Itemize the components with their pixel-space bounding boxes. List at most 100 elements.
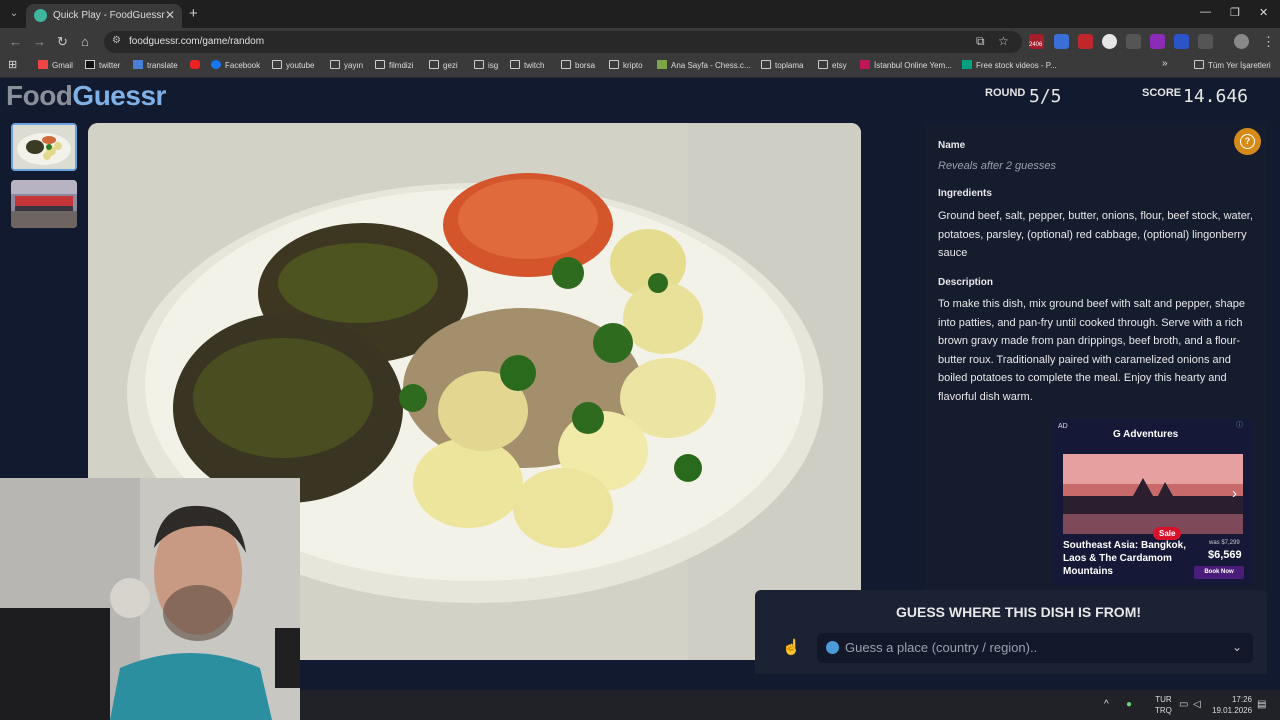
chevron-down-icon[interactable]: ⌄ — [1232, 640, 1242, 654]
bookmarks-overflow-button[interactable]: » — [1162, 58, 1168, 69]
bookmark-translate[interactable]: translate — [133, 60, 178, 70]
url-text: foodguessr.com/game/random — [129, 36, 265, 47]
back-icon[interactable]: ← — [9, 34, 22, 49]
restore-icon[interactable]: ❐ — [1230, 6, 1240, 19]
advertisement[interactable]: AD ⓘ G Adventures › Sale Southeast Asia:… — [1053, 419, 1253, 585]
system-clock[interactable]: 17:26 19.01.2026 — [1212, 694, 1252, 716]
folder-icon — [375, 60, 385, 69]
home-icon[interactable]: ⌂ — [81, 34, 89, 49]
ad-price: $6,569 — [1208, 549, 1242, 561]
tray-chevron-icon[interactable]: ^ — [1104, 699, 1109, 710]
guess-title: GUESS WHERE THIS DISH IS FROM! — [896, 604, 1142, 620]
ad-was-price: was $7,299 — [1209, 540, 1240, 546]
extension-badge-count: 2406 — [1029, 42, 1043, 48]
site-info-icon[interactable]: ⚙ — [112, 35, 121, 46]
network-icon[interactable]: ▭ — [1179, 699, 1188, 710]
name-value: Reveals after 2 guesses — [938, 160, 1057, 172]
bookmark-pexels[interactable]: Free stock videos - P... — [962, 60, 1057, 70]
score-label: SCORE — [1142, 87, 1182, 99]
webcam-overlay — [0, 478, 300, 720]
volume-icon[interactable]: ◁ — [1193, 699, 1201, 710]
folder-icon — [429, 60, 439, 69]
ad-next-arrow-icon[interactable]: › — [1232, 485, 1237, 502]
pexels-icon — [962, 60, 972, 69]
round-value: 5/5 — [1029, 86, 1062, 107]
close-window-icon[interactable]: ✕ — [1259, 6, 1268, 19]
youtube-icon — [190, 60, 200, 69]
tab-search-icon[interactable]: ⌄ — [6, 6, 22, 22]
shield-extension-icon[interactable] — [1102, 34, 1117, 49]
microphone-icon[interactable]: ● — [1126, 699, 1132, 710]
ad-tag: AD — [1058, 423, 1068, 430]
description-text: To make this dish, mix ground beef with … — [938, 298, 1245, 403]
folder-icon — [818, 60, 828, 69]
x-icon — [85, 60, 95, 69]
help-button[interactable]: ? — [1234, 128, 1261, 155]
bookmark-folder-kripto[interactable]: kripto — [609, 60, 643, 70]
abp-extension-icon[interactable] — [1078, 34, 1093, 49]
folder-icon — [510, 60, 520, 69]
bookmark-folder-filmdizi[interactable]: filmdizi — [375, 60, 413, 70]
glasses-extension-icon[interactable] — [1126, 34, 1141, 49]
install-app-icon[interactable]: ⧉ — [976, 34, 985, 49]
tab-close-icon[interactable]: ✕ — [165, 8, 175, 22]
guess-place-select[interactable]: Guess a place (country / region).. ⌄ — [817, 633, 1253, 663]
bookmark-folder-etsy[interactable]: etsy — [818, 60, 847, 70]
voice-extension-icon[interactable] — [1174, 34, 1189, 49]
ad-title: Southeast Asia: Bangkok, Laos & The Card… — [1063, 540, 1186, 577]
bookmark-star-icon[interactable]: ☆ — [998, 34, 1009, 48]
bookmark-folder-gezi[interactable]: gezi — [429, 60, 458, 70]
folder-icon — [474, 60, 484, 69]
dish-thumbnail-2[interactable] — [11, 180, 77, 228]
description-label: Description — [938, 277, 994, 288]
folder-icon — [609, 60, 619, 69]
question-icon: ? — [1240, 134, 1255, 149]
ad-book-now-button[interactable]: Book Now — [1194, 566, 1244, 579]
folder-icon — [761, 60, 771, 69]
folder-icon — [561, 60, 571, 69]
extensions-puzzle-icon[interactable] — [1198, 34, 1213, 49]
active-tab[interactable]: Quick Play - FoodGuessr | Food ✕ — [26, 4, 182, 28]
tab-title: Quick Play - FoodGuessr | Food — [53, 10, 165, 21]
windows-taskbar: ^ ● TUR TRQ ▭ ◁ 17:26 19.01.2026 ▤ — [300, 690, 1280, 720]
bookmark-folder-isg[interactable]: isg — [474, 60, 498, 70]
bookmark-folder-twitch[interactable]: twitch — [510, 60, 544, 70]
language-indicator[interactable]: TUR TRQ — [1155, 694, 1172, 716]
foodguessr-logo[interactable]: FoodGuessr — [6, 80, 166, 112]
minimize-icon[interactable]: — — [1200, 6, 1211, 18]
translate-icon — [133, 60, 143, 69]
bookmark-twitter[interactable]: twitter — [85, 60, 120, 70]
guess-placeholder: Guess a place (country / region).. — [845, 640, 1038, 655]
bookmark-folder-yayin[interactable]: yayın — [330, 60, 363, 70]
bookmark-youtube-red[interactable] — [190, 60, 204, 70]
bookmark-yemeksepeti[interactable]: İstanbul Online Yem... — [860, 60, 952, 70]
guess-panel: ☝ GUESS WHERE THIS DISH IS FROM! Guess a… — [755, 590, 1267, 674]
forward-icon[interactable]: → — [33, 34, 46, 49]
bookmark-chess[interactable]: Ana Sayfa - Chess.c... — [657, 60, 751, 70]
profile-avatar-icon[interactable] — [1234, 34, 1249, 49]
apps-grid-icon[interactable]: ⊞ — [8, 58, 17, 71]
ingredients-label: Ingredients — [938, 188, 992, 199]
bookmark-gmail[interactable]: Gmail — [38, 60, 73, 70]
translate-extension-icon[interactable] — [1054, 34, 1069, 49]
bookmark-folder-youtube[interactable]: youtube — [272, 60, 314, 70]
dish-thumbnail-1[interactable] — [11, 123, 77, 171]
bookmark-folder-borsa[interactable]: borsa — [561, 60, 595, 70]
ingredients-text: Ground beef, salt, pepper, butter, onion… — [938, 210, 1253, 260]
bookmark-facebook[interactable]: Facebook — [211, 60, 260, 70]
bookmarks-bar: ⊞ Gmail twitter translate Facebook youtu… — [0, 56, 1280, 78]
folder-icon — [272, 60, 282, 69]
all-bookmarks[interactable]: Tüm Yer İşaretleri — [1194, 60, 1271, 70]
tampermonkey-extension-icon[interactable] — [1150, 34, 1165, 49]
gmail-icon — [38, 60, 48, 69]
globe-icon — [826, 641, 839, 654]
reload-icon[interactable]: ↻ — [57, 34, 68, 50]
new-tab-icon[interactable]: + — [189, 5, 198, 22]
hand-cursor-icon[interactable]: ☝ — [782, 638, 801, 656]
omnibox[interactable]: ⚙ foodguessr.com/game/random ⧉ ☆ — [104, 31, 1022, 53]
bookmark-folder-toplama[interactable]: toplama — [761, 60, 803, 70]
ad-image — [1063, 454, 1243, 534]
notifications-icon[interactable]: ▤ — [1257, 699, 1266, 710]
browser-menu-icon[interactable]: ⋮ — [1262, 34, 1275, 50]
ad-info-icon[interactable]: ⓘ — [1236, 420, 1246, 430]
